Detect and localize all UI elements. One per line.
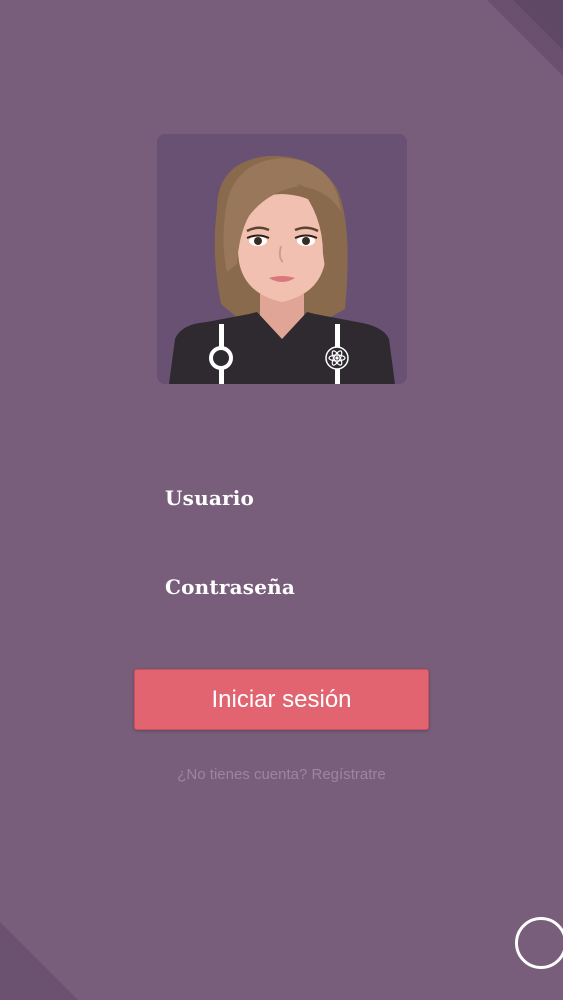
register-link[interactable]: ¿No tienes cuenta? Regístratre	[0, 766, 563, 783]
profile-avatar	[157, 134, 407, 384]
login-button[interactable]: Iniciar sesión	[134, 669, 429, 730]
circle-outline-icon[interactable]	[515, 917, 563, 969]
corner-decoration-top-right-edge	[513, 0, 563, 50]
corner-decoration-bottom-left	[0, 922, 78, 1000]
female-avatar-icon	[169, 155, 395, 384]
username-label: Usuario	[165, 486, 255, 510]
password-label: Contraseña	[165, 575, 296, 599]
username-input[interactable]	[165, 518, 400, 544]
password-input[interactable]	[165, 607, 400, 633]
